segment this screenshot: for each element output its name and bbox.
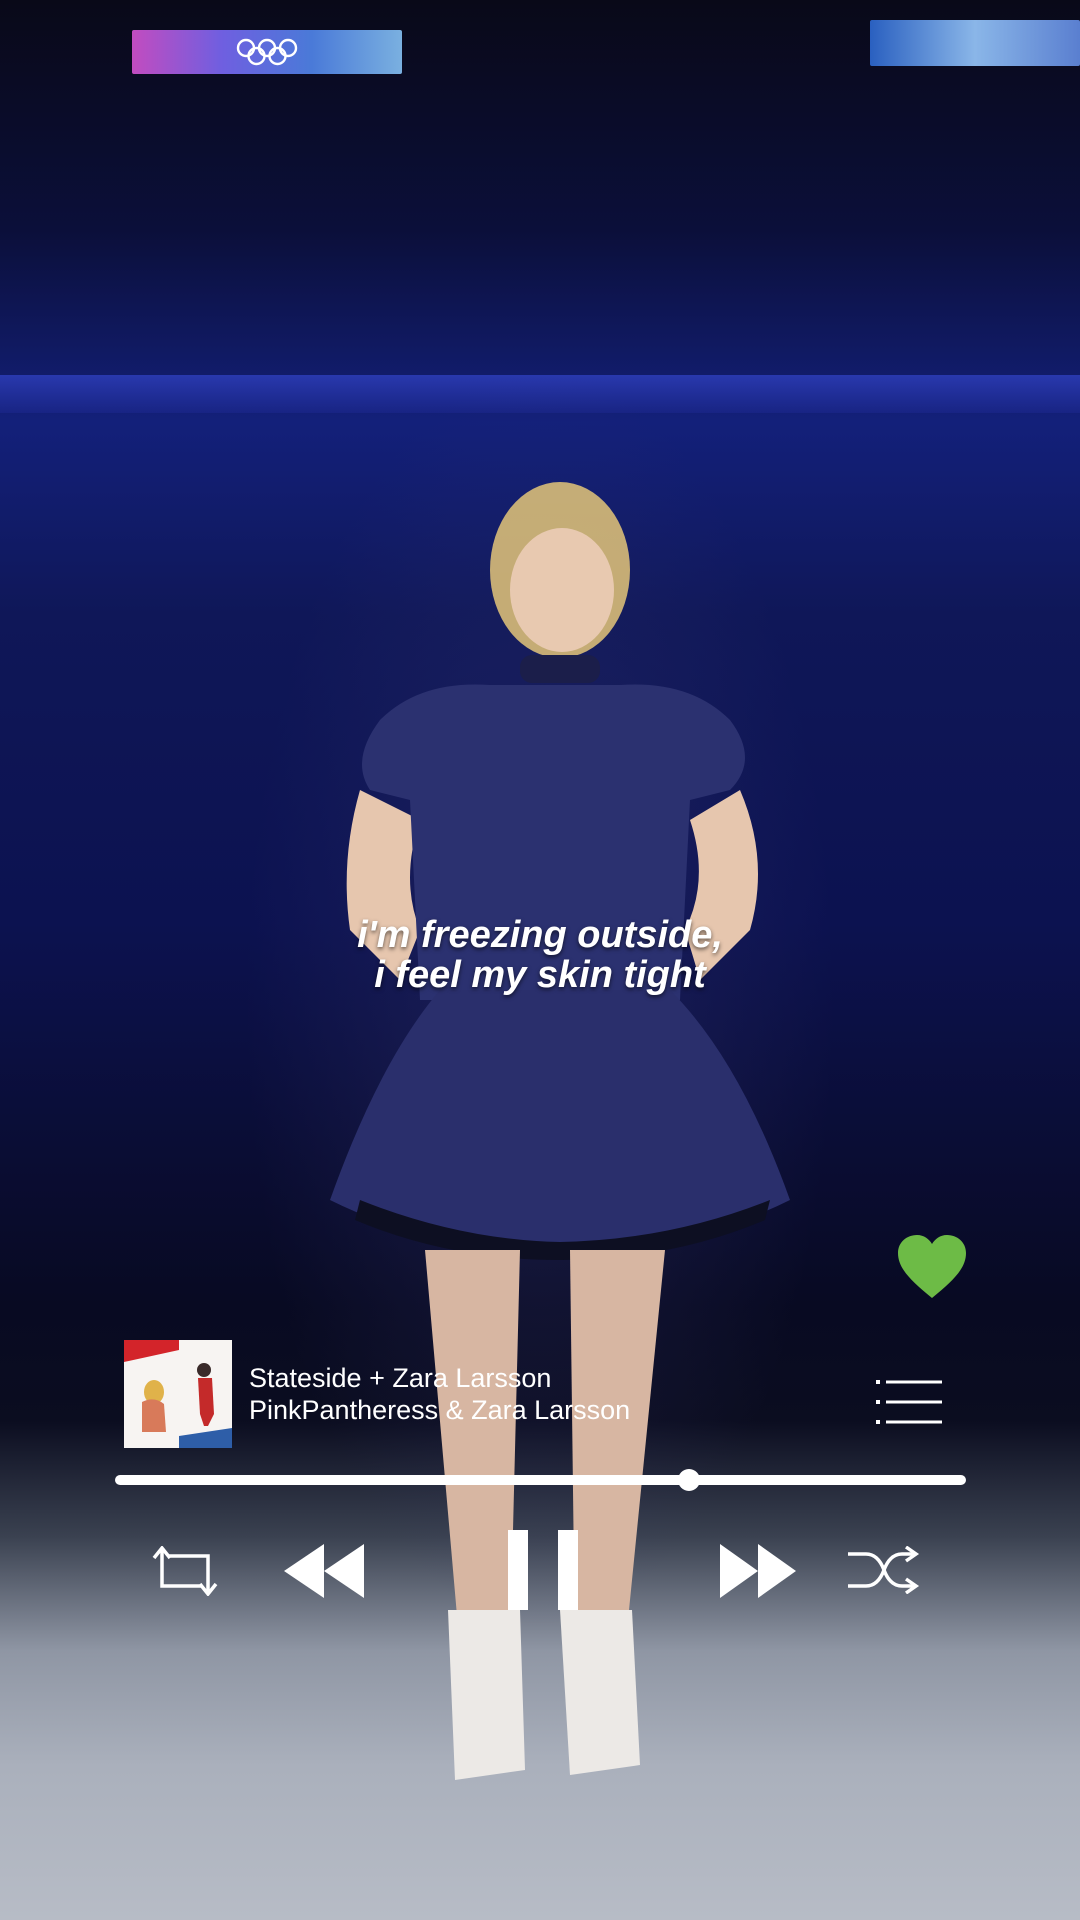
repeat-icon[interactable] [150, 1546, 220, 1596]
track-title[interactable]: Stateside + Zara Larsson [249, 1362, 630, 1394]
pause-icon[interactable] [508, 1530, 578, 1610]
playback-progress-bar[interactable] [115, 1469, 966, 1491]
track-artist[interactable]: PinkPantheress & Zara Larsson [249, 1394, 630, 1426]
shuffle-icon[interactable] [848, 1546, 920, 1594]
track-info: Stateside + Zara Larsson PinkPantheress … [249, 1362, 630, 1426]
olympic-rings-logo [236, 38, 298, 66]
arena-stand-band [0, 375, 1080, 413]
figure-skater-silhouette [330, 482, 790, 1780]
heart-icon[interactable] [896, 1234, 968, 1300]
album-cover-image [124, 1340, 232, 1448]
lyrics-caption: i'm freezing outside, i feel my skin tig… [0, 915, 1080, 995]
lyrics-line-1: i'm freezing outside, [357, 914, 723, 956]
arena-banner-right [870, 20, 1080, 66]
queue-list-icon[interactable] [876, 1378, 942, 1426]
fast-forward-icon[interactable] [720, 1544, 796, 1598]
album-art[interactable] [124, 1340, 232, 1448]
lyrics-line-2: i feel my skin tight [374, 954, 706, 996]
rewind-icon[interactable] [284, 1544, 364, 1598]
